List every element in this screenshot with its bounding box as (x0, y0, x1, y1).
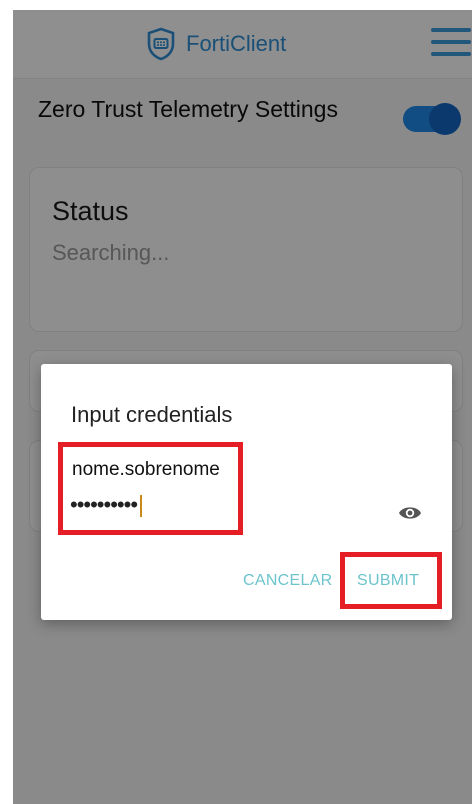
password-input[interactable]: •••••••••• (70, 492, 143, 522)
text-caret (140, 495, 143, 518)
cancel-button[interactable]: CANCELAR (243, 572, 333, 590)
dialog-title: Input credentials (71, 402, 233, 427)
password-masked-text: •••••••••• (70, 492, 138, 517)
eye-icon[interactable] (398, 504, 422, 522)
username-input[interactable] (70, 458, 234, 482)
submit-button[interactable]: SUBMIT (357, 572, 419, 590)
credentials-dialog: Input credentials •••••••••• CANCELAR SU… (41, 364, 452, 620)
app-screen: FortiClient Zero Trust Telemetry Setting… (13, 10, 472, 804)
